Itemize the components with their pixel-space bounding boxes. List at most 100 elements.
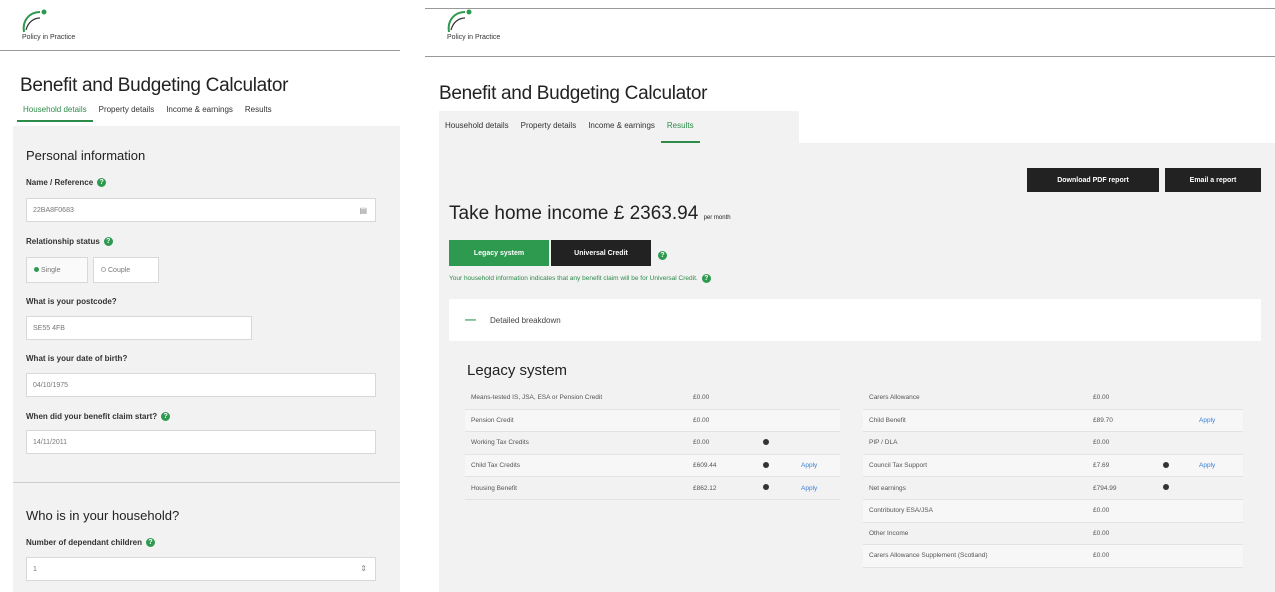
apply-link[interactable]: Apply [801,462,840,469]
detailed-breakdown-toggle[interactable]: — Detailed breakdown [449,299,1261,341]
benefit-value: £0.00 [1093,394,1110,402]
benefit-value: £862.12 [693,484,717,492]
personal-info-heading: Personal information [26,148,146,163]
benefit-value: £0.00 [1093,552,1110,560]
help-icon[interactable]: ? [97,178,107,187]
benefit-name: PIP / DLA [869,439,898,447]
benefit-value: £89.70 [1093,416,1113,424]
apply-link[interactable]: Apply [801,485,840,492]
dob-value: 04/10/1975 [33,382,69,389]
info-icon[interactable] [763,461,769,468]
logo-text: Policy in Practice [447,34,501,41]
benefit-info-cell [763,438,801,447]
benefit-row: Carers Allowance Supplement (Scotland) £0… [863,545,1243,568]
email-report-button[interactable]: Email a report [1165,168,1261,192]
info-icon[interactable] [763,484,769,491]
benefit-name: Other Income [869,529,909,537]
help-icon[interactable]: ? [161,412,171,421]
help-icon[interactable]: ? [146,538,156,547]
tab-property-details[interactable]: Property details [515,117,583,143]
radio-dot-icon [101,267,106,272]
claim-start-label-text: When did your benefit claim start? [26,412,158,421]
benefit-value: £0.00 [693,394,710,402]
uc-notice: Your household information indicates tha… [449,274,711,283]
household-details-screen: Policy in Practice Benefit and Budgeting… [0,0,400,592]
info-icon[interactable] [1163,461,1169,468]
benefit-info-cell [763,484,801,492]
tab-results[interactable]: Results [660,117,700,143]
benefit-name: Housing Benefit [471,484,517,492]
name-reference-input[interactable]: 22BA8F0683 ▤ [26,198,376,222]
help-icon[interactable]: ? [103,237,113,246]
benefit-name: Means-tested IS, JSA, ESA or Pension Cre… [471,394,603,402]
household-heading: Who is in your household? [26,508,180,523]
benefit-row: Child Tax Credits £609.44 Apply [465,454,840,478]
tab-household-details[interactable]: Household details [17,101,93,122]
tab-results[interactable]: Results [239,101,278,122]
postcode-input[interactable]: SE55 4FB [26,316,252,340]
benefit-info-cell [763,461,801,470]
info-icon[interactable] [1163,484,1169,491]
uc-notice-text: Your household information indicates tha… [449,275,698,282]
benefit-name: Pension Credit [471,416,514,424]
benefit-value: £794.99 [1093,484,1117,492]
info-icon[interactable] [763,438,769,445]
benefit-value: £7.69 [1093,462,1110,470]
help-icon[interactable]: ? [701,274,711,283]
take-home-income: Take home income £ 2363.94 per month [449,203,731,225]
postcode-label: What is your postcode? [26,297,117,306]
benefit-value: £0.00 [1093,529,1110,537]
tab-bar: Household details Property details Incom… [439,111,799,143]
benefit-info-cell [1163,461,1199,470]
dependant-children-label: Number of dependant children ? [26,538,156,547]
benefit-name: Council Tax Support [869,462,928,470]
name-reference-label-text: Name / Reference [26,178,94,187]
benefit-row: Housing Benefit £862.12 Apply [465,477,840,500]
tab-household-details[interactable]: Household details [439,117,515,143]
radio-dot-icon [34,267,39,272]
dob-label: What is your date of birth? [26,354,127,363]
download-pdf-button[interactable]: Download PDF report [1027,168,1159,192]
benefit-row: Means-tested IS, JSA, ESA or Pension Cre… [465,387,840,410]
postcode-value: SE55 4FB [33,325,65,332]
legacy-system-button[interactable]: Legacy system [449,240,549,266]
dependant-children-label-text: Number of dependant children [26,538,143,547]
apply-link[interactable]: Apply [1199,462,1243,469]
top-border [425,8,1275,9]
detailed-breakdown-label: Detailed breakdown [490,315,561,325]
dependant-children-value: 1 [33,566,37,573]
benefit-row: Child Benefit £89.70 Apply [863,409,1243,433]
relationship-status-label-text: Relationship status [26,237,100,246]
benefit-name: Net earnings [869,484,906,492]
apply-link[interactable]: Apply [1199,417,1243,424]
benefit-value: £609.44 [693,462,717,470]
dependant-children-select[interactable]: 1 ⇕ [26,557,376,581]
benefit-row: Other Income £0.00 [863,522,1243,546]
universal-credit-button[interactable]: Universal Credit [551,240,651,266]
logo-swoosh-icon [22,9,47,33]
benefit-row: PIP / DLA £0.00 [863,432,1243,455]
benefit-name: Child Tax Credits [471,462,521,470]
logo-text: Policy in Practice [22,34,76,41]
benefit-name: Carers Allowance [869,394,920,402]
claim-start-input[interactable]: 14/11/2011 [26,430,376,454]
help-icon[interactable]: ? [658,251,667,260]
dob-input[interactable]: 04/10/1975 [26,373,376,397]
logo-swoosh-icon [447,9,472,33]
benefits-table-right: Carers Allowance £0.00 Child Benefit £89.70… [863,387,1243,568]
benefit-row: Net earnings £794.99 [863,477,1243,500]
tab-bar: Household details Property details Incom… [17,101,278,122]
benefit-value: £0.00 [693,439,710,447]
tab-income-earnings[interactable]: Income & earnings [582,117,661,143]
dob-label-text: What is your date of birth? [26,354,128,363]
benefit-name: Carers Allowance Supplement (Scotland) [869,552,988,560]
radio-single[interactable]: Single [26,257,88,283]
tab-property-details[interactable]: Property details [93,101,161,122]
take-home-amount: Take home income £ 2363.94 [449,203,699,224]
benefit-name: Contributory ESA/JSA [869,507,933,515]
radio-couple[interactable]: Couple [93,257,159,283]
header-divider [0,50,400,51]
take-home-suffix: per month [703,215,731,221]
tab-income-earnings[interactable]: Income & earnings [160,101,239,122]
policy-in-practice-logo: Policy in Practice [20,8,140,48]
